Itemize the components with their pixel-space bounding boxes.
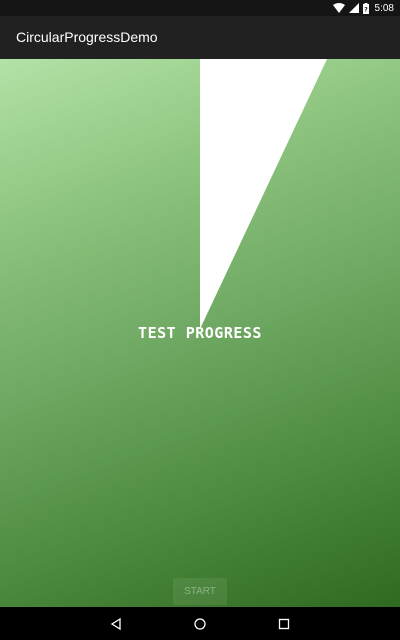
circular-progress-view: TEST PROGRESS START [0, 59, 400, 607]
back-icon [110, 617, 121, 630]
cell-signal-icon [348, 3, 359, 13]
recents-icon [278, 618, 290, 629]
back-button[interactable] [96, 607, 136, 640]
status-time: 5:08 [374, 2, 394, 14]
start-button[interactable]: START [173, 578, 227, 605]
app-bar: CircularProgressDemo [0, 16, 400, 59]
app-title: CircularProgressDemo [16, 29, 158, 45]
svg-text:?: ? [364, 6, 368, 13]
battery-icon: ? [362, 2, 369, 14]
navigation-bar [0, 607, 400, 640]
wifi-icon [332, 3, 345, 13]
home-button[interactable] [180, 607, 220, 640]
home-icon [194, 617, 206, 630]
recents-button[interactable] [264, 607, 304, 640]
progress-sweep [200, 59, 328, 329]
status-bar: ? 5:08 [0, 0, 400, 16]
progress-label: TEST PROGRESS [138, 324, 262, 342]
status-icons: ? 5:08 [332, 0, 394, 16]
